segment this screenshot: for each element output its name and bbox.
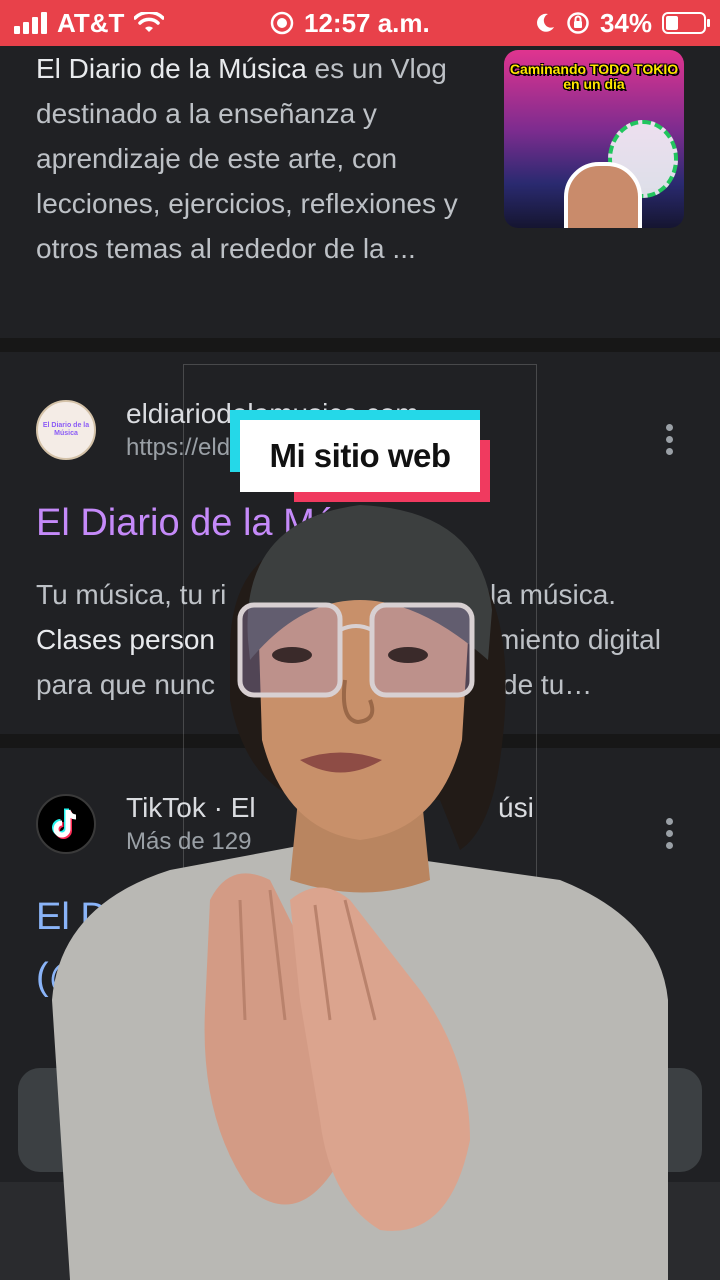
creator-video-overlay <box>52 505 668 1280</box>
caption-text: Mi sitio web <box>240 420 480 492</box>
video-caption-sticker: Mi sitio web <box>230 410 490 502</box>
